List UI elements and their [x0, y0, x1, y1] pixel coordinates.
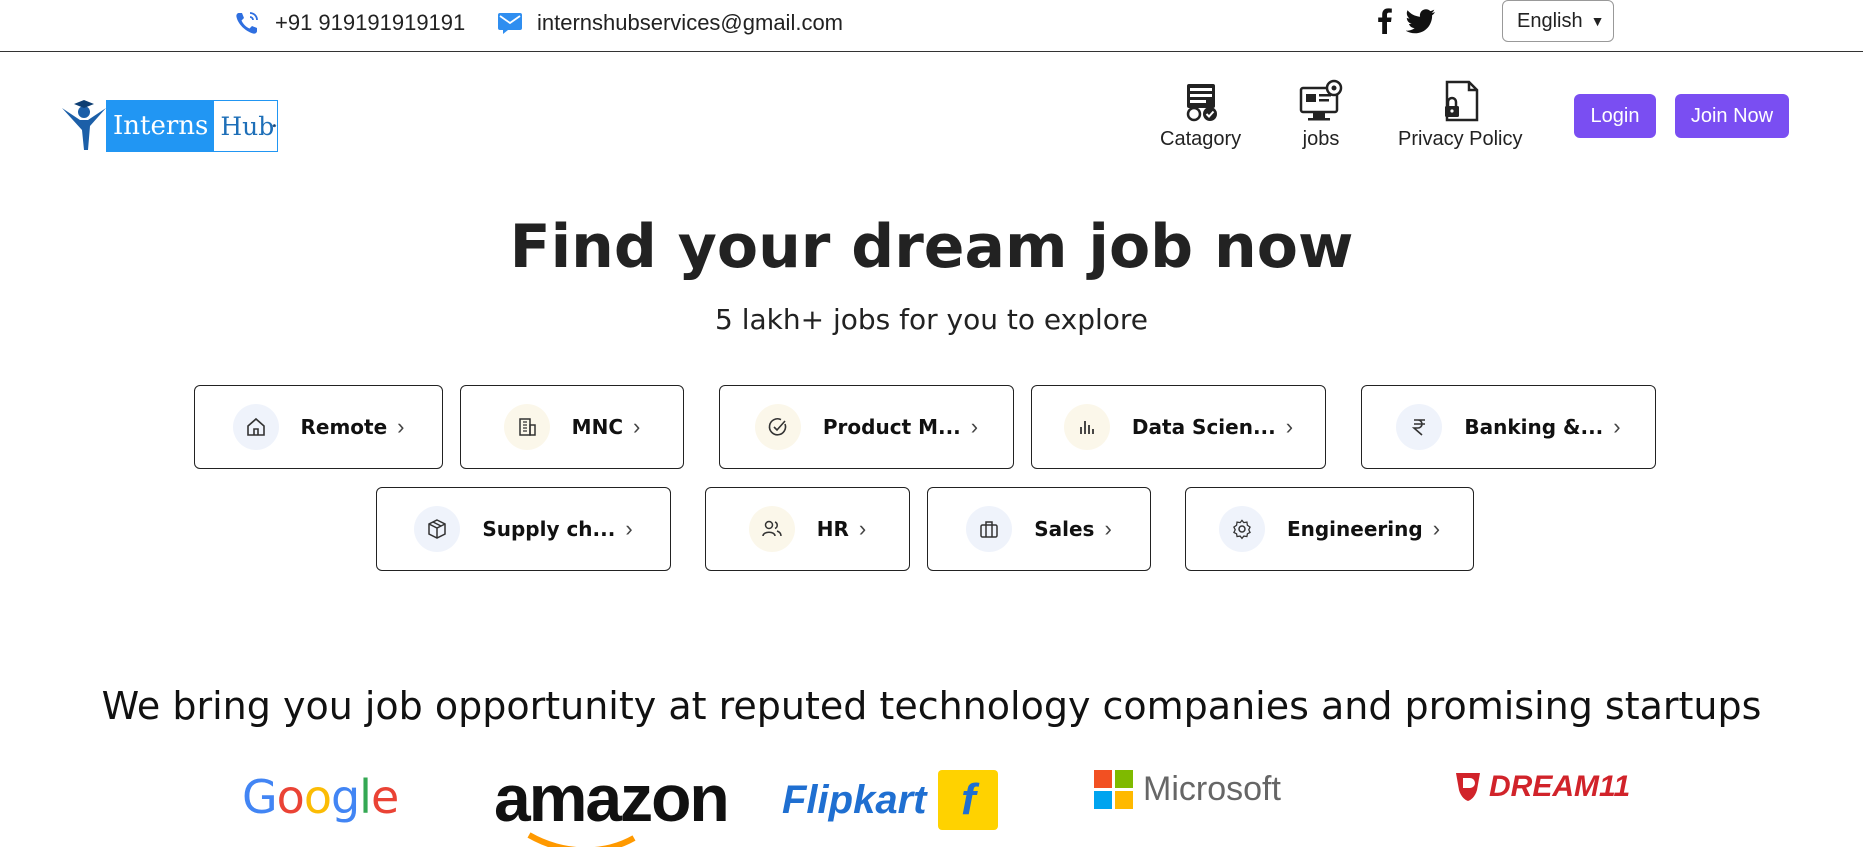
nav-privacy-label: Privacy Policy [1398, 128, 1523, 150]
amazon-wordmark: amazon [494, 761, 730, 835]
chevron-right-icon: › [858, 516, 867, 541]
users-icon [748, 506, 795, 552]
box-icon [414, 506, 461, 552]
facebook-icon[interactable] [1378, 8, 1392, 34]
dream11-logo: DREAM11 [1453, 770, 1630, 804]
language-value: English [1517, 9, 1583, 32]
category-label: MNC [571, 415, 623, 439]
hero-title: Find your dream job now [509, 212, 1354, 282]
rupee-icon [1396, 404, 1443, 450]
bar-chart-icon [1063, 404, 1110, 450]
flipkart-wordmark: Flipkart [782, 777, 927, 822]
chevron-right-icon: › [633, 414, 641, 439]
category-label: Product M... [822, 415, 961, 439]
category-remote[interactable]: Remote › [194, 385, 443, 469]
gear-icon [1218, 506, 1265, 552]
chevron-right-icon: › [1432, 516, 1441, 541]
chevron-right-icon: › [1104, 516, 1112, 541]
nav-privacy-policy[interactable]: Privacy Policy [1398, 78, 1522, 151]
phone-icon [236, 12, 258, 34]
dream11-wordmark: DREAM11 [1489, 770, 1631, 803]
login-button[interactable]: Login [1574, 94, 1656, 138]
nav-category[interactable]: Catagory [1160, 78, 1241, 151]
logo-text: Interns Hub [106, 100, 278, 152]
category-label: Remote [300, 415, 388, 439]
logo-interns: Interns [107, 101, 215, 151]
google-letter: o [276, 770, 305, 824]
google-letter: l [359, 770, 372, 824]
category-engineering[interactable]: Engineering › [1185, 487, 1474, 571]
check-circle-icon [754, 404, 801, 450]
chevron-right-icon: › [397, 414, 405, 439]
category-supply-chain[interactable]: Supply ch... › [376, 487, 671, 571]
social-links [1378, 8, 1436, 34]
chevron-down-icon: ▼ [1590, 13, 1605, 29]
mail-icon [498, 13, 522, 34]
nav-jobs[interactable]: jobs [1298, 78, 1344, 151]
category-mnc[interactable]: MNC › [460, 385, 684, 469]
graduation-cap-icon [272, 124, 277, 128]
nav-jobs-label: jobs [1302, 128, 1340, 150]
chevron-right-icon: › [1613, 414, 1621, 439]
join-now-button[interactable]: Join Now [1675, 94, 1789, 138]
graduate-person-icon [62, 100, 106, 150]
chevron-right-icon: › [625, 516, 633, 541]
google-logo: G o o g l e [242, 770, 399, 824]
chevron-right-icon: › [1285, 414, 1294, 439]
microsoft-windows-icon [1094, 770, 1133, 809]
dream11-emblem-icon [1456, 773, 1480, 801]
flipkart-bag-icon: f [938, 770, 999, 830]
google-letter: o [303, 770, 332, 824]
category-label: Supply ch... [482, 517, 616, 541]
briefcase-icon [966, 506, 1013, 552]
amazon-smile-icon [527, 832, 636, 847]
building-icon [503, 404, 550, 450]
category-data-science[interactable]: Data Scien... › [1031, 385, 1326, 469]
home-icon [232, 404, 279, 450]
language-select[interactable]: English ▼ [1502, 0, 1614, 42]
site-logo[interactable]: Interns Hub [60, 100, 278, 152]
google-letter: e [370, 770, 399, 824]
category-product-management[interactable]: Product M... › [719, 385, 1014, 469]
category-label: Banking &... [1464, 415, 1604, 439]
google-letter: g [330, 770, 360, 824]
phone-number: +91 919191919191 [275, 10, 466, 35]
nav-category-label: Catagory [1160, 128, 1242, 150]
microsoft-wordmark: Microsoft [1143, 770, 1281, 808]
twitter-icon[interactable] [1406, 8, 1436, 34]
flipkart-logo: Flipkart f [782, 770, 999, 830]
category-sales[interactable]: Sales › [927, 487, 1151, 571]
hero-subtitle: 5 lakh+ jobs for you to explore [714, 303, 1148, 336]
email-address: internshubservices@gmail.com [537, 10, 844, 35]
companies-heading: We bring you job opportunity at reputed … [101, 684, 1762, 728]
category-label: Data Scien... [1131, 415, 1276, 439]
category-icon [1186, 84, 1217, 122]
jobs-icon [1299, 79, 1343, 121]
category-hr[interactable]: HR › [705, 487, 910, 571]
privacy-document-icon [1445, 80, 1479, 122]
email-contact[interactable]: internshubservices@gmail.com [497, 6, 843, 40]
google-letter: G [242, 770, 278, 824]
microsoft-logo: Microsoft [1094, 770, 1281, 809]
category-label: HR [816, 517, 849, 541]
category-banking[interactable]: Banking &... › [1361, 385, 1656, 469]
logo-hub: Hub [220, 111, 275, 141]
top-bar: +91 919191919191 internshubservices@gmai… [0, 0, 1863, 52]
chevron-right-icon: › [970, 414, 979, 439]
category-label: Sales [1034, 517, 1095, 541]
category-label: Engineering [1286, 517, 1423, 541]
phone-contact[interactable]: +91 919191919191 [233, 6, 465, 40]
amazon-logo: amazon [494, 760, 730, 847]
